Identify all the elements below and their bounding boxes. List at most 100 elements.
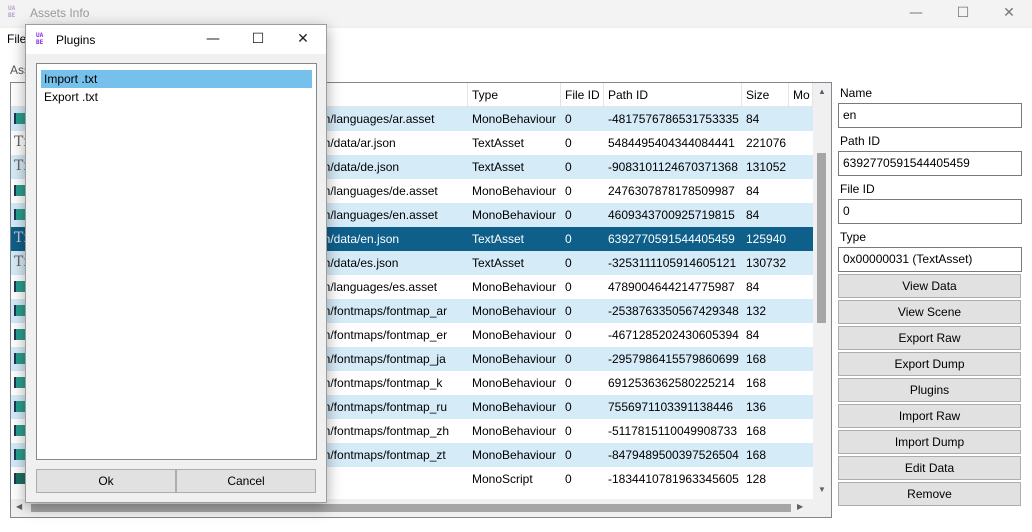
vertical-scroll-thumb[interactable] bbox=[817, 153, 826, 323]
cell-file-id: 0 bbox=[565, 232, 572, 246]
scroll-up-arrow-icon[interactable]: ▲ bbox=[817, 87, 827, 97]
view-data-button[interactable]: View Data bbox=[838, 274, 1021, 298]
cell-size: 168 bbox=[746, 424, 767, 438]
plugins-list[interactable]: Import .txt Export .txt bbox=[36, 63, 317, 460]
cell-file-id: 0 bbox=[565, 400, 572, 414]
horizontal-scroll-thumb[interactable] bbox=[31, 504, 791, 512]
cell-type: MonoBehaviour bbox=[472, 280, 557, 294]
menu-file[interactable]: File bbox=[7, 32, 26, 46]
cell-size: 131052 bbox=[746, 160, 787, 174]
cell-size: 128 bbox=[746, 472, 767, 486]
cell-path-id: 5484495404344084441 bbox=[608, 136, 735, 150]
cell-size: 125940 bbox=[746, 232, 787, 246]
cell-path-id: 6392770591544405459 bbox=[608, 232, 735, 246]
cancel-button[interactable]: Cancel bbox=[176, 469, 316, 493]
plugins-dialog: UA BE Plugins — ☐ ✕ Import .txt Export .t… bbox=[25, 24, 327, 503]
file-id-field[interactable]: 0 bbox=[838, 199, 1022, 224]
cell-modified bbox=[789, 251, 813, 275]
cell-modified bbox=[789, 347, 813, 371]
cell-modified bbox=[789, 275, 813, 299]
cell-file-id: 0 bbox=[565, 376, 572, 390]
type-field[interactable]: 0x00000031 (TextAsset) bbox=[838, 247, 1022, 272]
column-header-path-id[interactable]: Path ID bbox=[604, 83, 742, 107]
cell-file-id: 0 bbox=[565, 112, 572, 126]
close-button[interactable]: ✕ bbox=[986, 0, 1032, 26]
cell-file-id: 0 bbox=[565, 448, 572, 462]
cell-size: 168 bbox=[746, 376, 767, 390]
cell-type: TextAsset bbox=[472, 256, 525, 270]
cell-file-id: 0 bbox=[565, 136, 572, 150]
cell-path-id: -2957986415579860699 bbox=[608, 352, 739, 366]
scroll-down-arrow-icon[interactable]: ▼ bbox=[817, 485, 827, 495]
cell-path-id: 4609343700925719815 bbox=[608, 208, 735, 222]
import-raw-button[interactable]: Import Raw bbox=[838, 404, 1021, 428]
maximize-button[interactable]: ☐ bbox=[940, 0, 986, 26]
cell-path-id: -1834410781963345605 bbox=[608, 472, 739, 486]
cell-size: 84 bbox=[746, 208, 760, 222]
column-header-file-id[interactable]: File ID bbox=[561, 83, 604, 107]
export-raw-button[interactable]: Export Raw bbox=[838, 326, 1021, 350]
cell-type: MonoBehaviour bbox=[472, 448, 557, 462]
cell-size: 84 bbox=[746, 112, 760, 126]
column-header-size[interactable]: Size bbox=[742, 83, 789, 107]
cell-modified bbox=[789, 371, 813, 395]
plugin-item-import-txt[interactable]: Import .txt bbox=[41, 70, 312, 88]
cell-path-id: 2476307878178509987 bbox=[608, 184, 735, 198]
cell-size: 221076 bbox=[746, 136, 787, 150]
dialog-close-button[interactable]: ✕ bbox=[280, 25, 326, 54]
scroll-right-arrow-icon[interactable]: ▶ bbox=[797, 502, 807, 512]
cell-size: 84 bbox=[746, 328, 760, 342]
vertical-scrollbar[interactable]: ▲ ▼ bbox=[813, 83, 831, 499]
cell-size: 130732 bbox=[746, 256, 787, 270]
path-id-label: Path ID bbox=[840, 134, 881, 148]
name-label: Name bbox=[840, 86, 873, 100]
scroll-left-arrow-icon[interactable]: ◀ bbox=[16, 502, 26, 512]
cell-path-id: -9083101124670371368 bbox=[608, 160, 738, 174]
cell-size: 168 bbox=[746, 352, 767, 366]
cell-modified bbox=[789, 131, 813, 155]
plugins-dialog-titlebar: UA BE Plugins — ☐ ✕ bbox=[26, 25, 326, 54]
dialog-minimize-button[interactable]: — bbox=[190, 25, 236, 54]
cell-modified bbox=[789, 323, 813, 347]
cell-type: MonoScript bbox=[472, 472, 533, 486]
name-field[interactable]: en bbox=[838, 103, 1022, 128]
window-title: Assets Info bbox=[30, 6, 90, 20]
cell-size: 136 bbox=[746, 400, 767, 414]
cell-file-id: 0 bbox=[565, 208, 572, 222]
cell-type: MonoBehaviour bbox=[472, 352, 557, 366]
cell-size: 84 bbox=[746, 184, 760, 198]
cell-file-id: 0 bbox=[565, 280, 572, 294]
cell-type: MonoBehaviour bbox=[472, 208, 557, 222]
cell-file-id: 0 bbox=[565, 160, 572, 174]
minimize-button[interactable]: — bbox=[893, 0, 939, 26]
remove-button[interactable]: Remove bbox=[838, 482, 1021, 506]
plugins-button[interactable]: Plugins bbox=[838, 378, 1021, 402]
cell-modified bbox=[789, 155, 813, 179]
cell-path-id: -3253111105914605121 bbox=[608, 256, 737, 270]
cell-modified bbox=[789, 179, 813, 203]
cell-path-id: 6912536362580225214 bbox=[608, 376, 735, 390]
cell-type: MonoBehaviour bbox=[472, 184, 557, 198]
cell-path-id: -4671285202430605394 bbox=[608, 328, 739, 342]
cell-type: TextAsset bbox=[472, 232, 525, 246]
cell-file-id: 0 bbox=[565, 352, 572, 366]
export-dump-button[interactable]: Export Dump bbox=[838, 352, 1021, 376]
cell-size: 168 bbox=[746, 448, 767, 462]
ok-button[interactable]: Ok bbox=[36, 469, 176, 493]
cell-modified bbox=[789, 395, 813, 419]
cell-type: MonoBehaviour bbox=[472, 112, 557, 126]
path-id-field[interactable]: 6392770591544405459 bbox=[838, 151, 1022, 176]
view-scene-button[interactable]: View Scene bbox=[838, 300, 1021, 324]
uabe-dialog-icon: UA BE bbox=[36, 32, 44, 46]
cell-file-id: 0 bbox=[565, 184, 572, 198]
dialog-maximize-button[interactable]: ☐ bbox=[235, 25, 281, 54]
plugin-item-export-txt[interactable]: Export .txt bbox=[41, 88, 312, 106]
column-header-type[interactable]: Type bbox=[468, 83, 561, 107]
cell-type: MonoBehaviour bbox=[472, 304, 557, 318]
plugins-dialog-title: Plugins bbox=[56, 33, 96, 47]
edit-data-button[interactable]: Edit Data bbox=[838, 456, 1021, 480]
cell-path-id: 4789004644214775987 bbox=[608, 280, 735, 294]
main-titlebar: UA BE Assets Info — ☐ ✕ bbox=[0, 0, 1032, 26]
column-header-modified[interactable]: Mo bbox=[789, 83, 813, 107]
import-dump-button[interactable]: Import Dump bbox=[838, 430, 1021, 454]
